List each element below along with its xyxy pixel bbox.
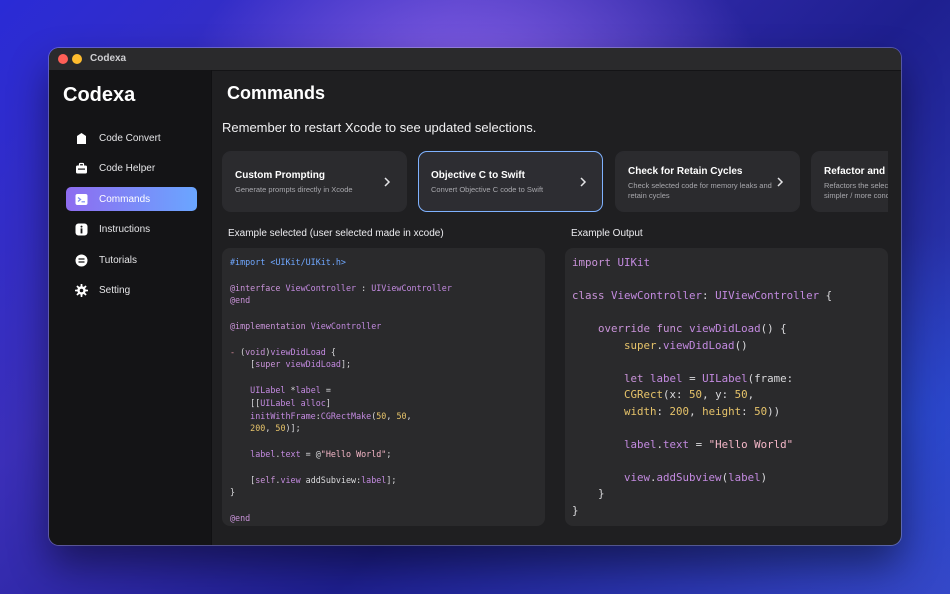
command-cards: Custom Prompting Generate prompts direct… [222,151,888,214]
sidebar-item-code-convert[interactable]: Code Convert [66,126,197,150]
sidebar-item-label: Code Helper [99,163,156,174]
sidebar-item-setting[interactable]: Setting [66,279,197,303]
sidebar-item-commands[interactable]: Commands [66,187,197,211]
title-bar: Codexa [49,48,901,71]
objc-code: #import <UIKit/UIKit.h> @interface ViewC… [230,257,452,523]
gear-icon [75,284,88,297]
briefcase-icon [75,162,88,175]
chevron-right-icon [580,177,587,187]
page-subtitle: Remember to restart Xcode to see updated… [222,120,537,135]
objc-code-panel[interactable]: #import <UIKit/UIKit.h> @interface ViewC… [222,248,545,526]
command-card-custom-prompting[interactable]: Custom Prompting Generate prompts direct… [222,151,407,212]
info-icon [75,223,88,236]
page-title: Commands [227,83,326,103]
card-description: Convert Objective C code to Swift [431,185,544,194]
document-icon [75,132,88,145]
card-description: Generate prompts directly in Xcode [235,185,353,194]
command-card-retain-cycles[interactable]: Check for Retain Cycles Check selected c… [615,151,800,212]
command-card-refactor[interactable]: Refactor and Simplify Refactors the sele… [811,151,888,212]
sidebar-item-label: Commands [99,193,151,205]
sidebar-nav: Code Convert Code Helper Commands Instru… [66,126,197,309]
sidebar-item-instructions[interactable]: Instructions [66,218,197,242]
sidebar-item-label: Instructions [99,224,151,235]
chevron-right-icon [777,177,784,187]
swift-code: import UIKit class ViewController: UIVie… [572,256,833,517]
play-icon [75,254,88,267]
card-title: Check for Retain Cycles [628,166,743,177]
sidebar-item-label: Code Convert [99,132,161,144]
terminal-icon [75,193,88,206]
card-description: Check selected code for memory leaks and… [628,181,772,200]
window-title: Codexa [90,53,127,64]
sidebar-item-label: Setting [99,285,131,296]
sidebar: Codexa Code Convert Code Helper Commands [49,70,212,545]
app-window: Codexa Codexa Code Convert Code Helper C… [49,48,901,545]
sidebar-item-tutorials[interactable]: Tutorials [66,248,197,272]
card-title: Objective C to Swift [431,170,525,181]
sidebar-item-code-helper[interactable]: Code Helper [66,157,197,181]
command-card-objc-to-swift[interactable]: Objective C to Swift Convert Objective C… [418,151,603,212]
minimize-window-button[interactable] [72,54,82,64]
output-example-label: Example Output [571,228,643,239]
card-description: Refactors the selected code to make it s… [824,181,888,200]
main-content: Commands Remember to restart Xcode to se… [212,70,901,545]
input-example-label: Example selected (user selected made in … [228,228,444,239]
card-title: Custom Prompting [235,170,325,181]
sidebar-item-label: Tutorials [99,254,137,266]
chevron-right-icon [384,177,391,187]
close-window-button[interactable] [58,54,68,64]
card-title: Refactor and Simplify [824,166,888,177]
swift-code-panel[interactable]: import UIKit class ViewController: UIVie… [565,248,888,526]
app-name: Codexa [63,84,136,106]
